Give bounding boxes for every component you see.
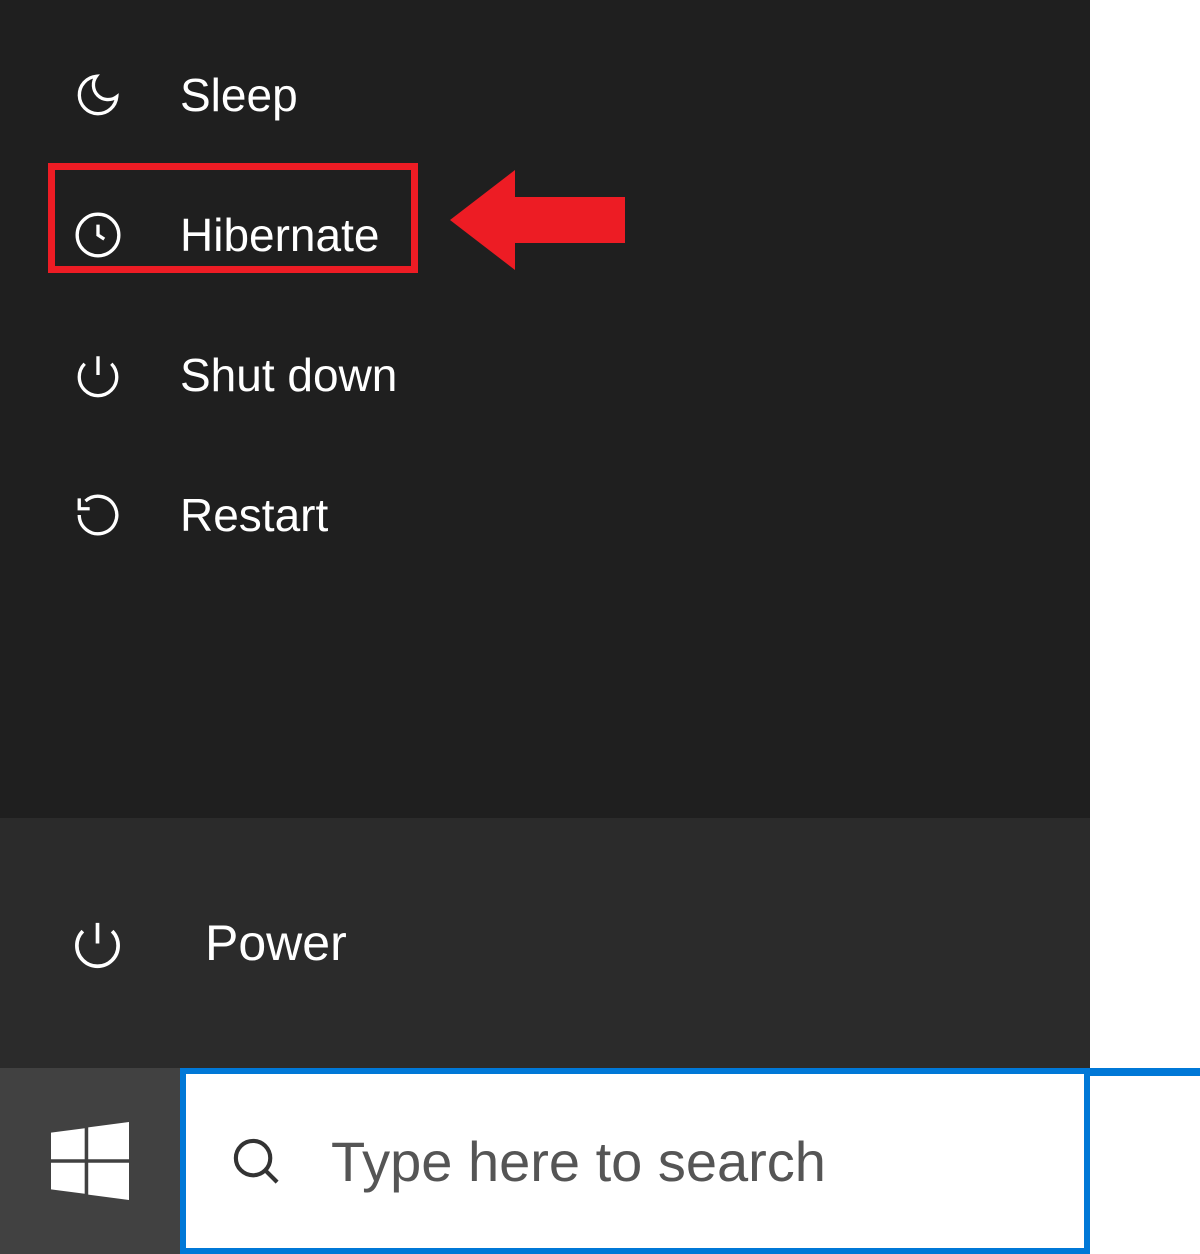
start-button[interactable] bbox=[0, 1068, 180, 1254]
moon-icon bbox=[70, 68, 125, 123]
clock-icon bbox=[70, 208, 125, 263]
power-button-label: Power bbox=[205, 914, 347, 972]
power-icon bbox=[70, 348, 125, 403]
restart-icon bbox=[70, 488, 125, 543]
right-gutter bbox=[1090, 0, 1200, 1254]
menu-item-sleep[interactable]: Sleep bbox=[0, 25, 1090, 165]
menu-item-shutdown[interactable]: Shut down bbox=[0, 305, 1090, 445]
power-icon bbox=[70, 916, 125, 971]
taskbar: Type here to search bbox=[0, 1068, 1090, 1254]
power-button[interactable]: Power bbox=[0, 818, 1090, 1068]
search-icon bbox=[226, 1131, 286, 1191]
menu-item-label: Hibernate bbox=[180, 208, 379, 262]
menu-item-label: Shut down bbox=[180, 348, 397, 402]
menu-item-hibernate[interactable]: Hibernate bbox=[0, 165, 1090, 305]
search-placeholder: Type here to search bbox=[331, 1129, 826, 1194]
menu-item-label: Restart bbox=[180, 488, 328, 542]
menu-item-restart[interactable]: Restart bbox=[0, 445, 1090, 585]
power-options-menu: Sleep Hibernate Shut down Restart bbox=[0, 0, 1090, 818]
menu-item-label: Sleep bbox=[180, 68, 298, 122]
search-box[interactable]: Type here to search bbox=[180, 1068, 1090, 1254]
windows-logo-icon bbox=[51, 1122, 129, 1200]
